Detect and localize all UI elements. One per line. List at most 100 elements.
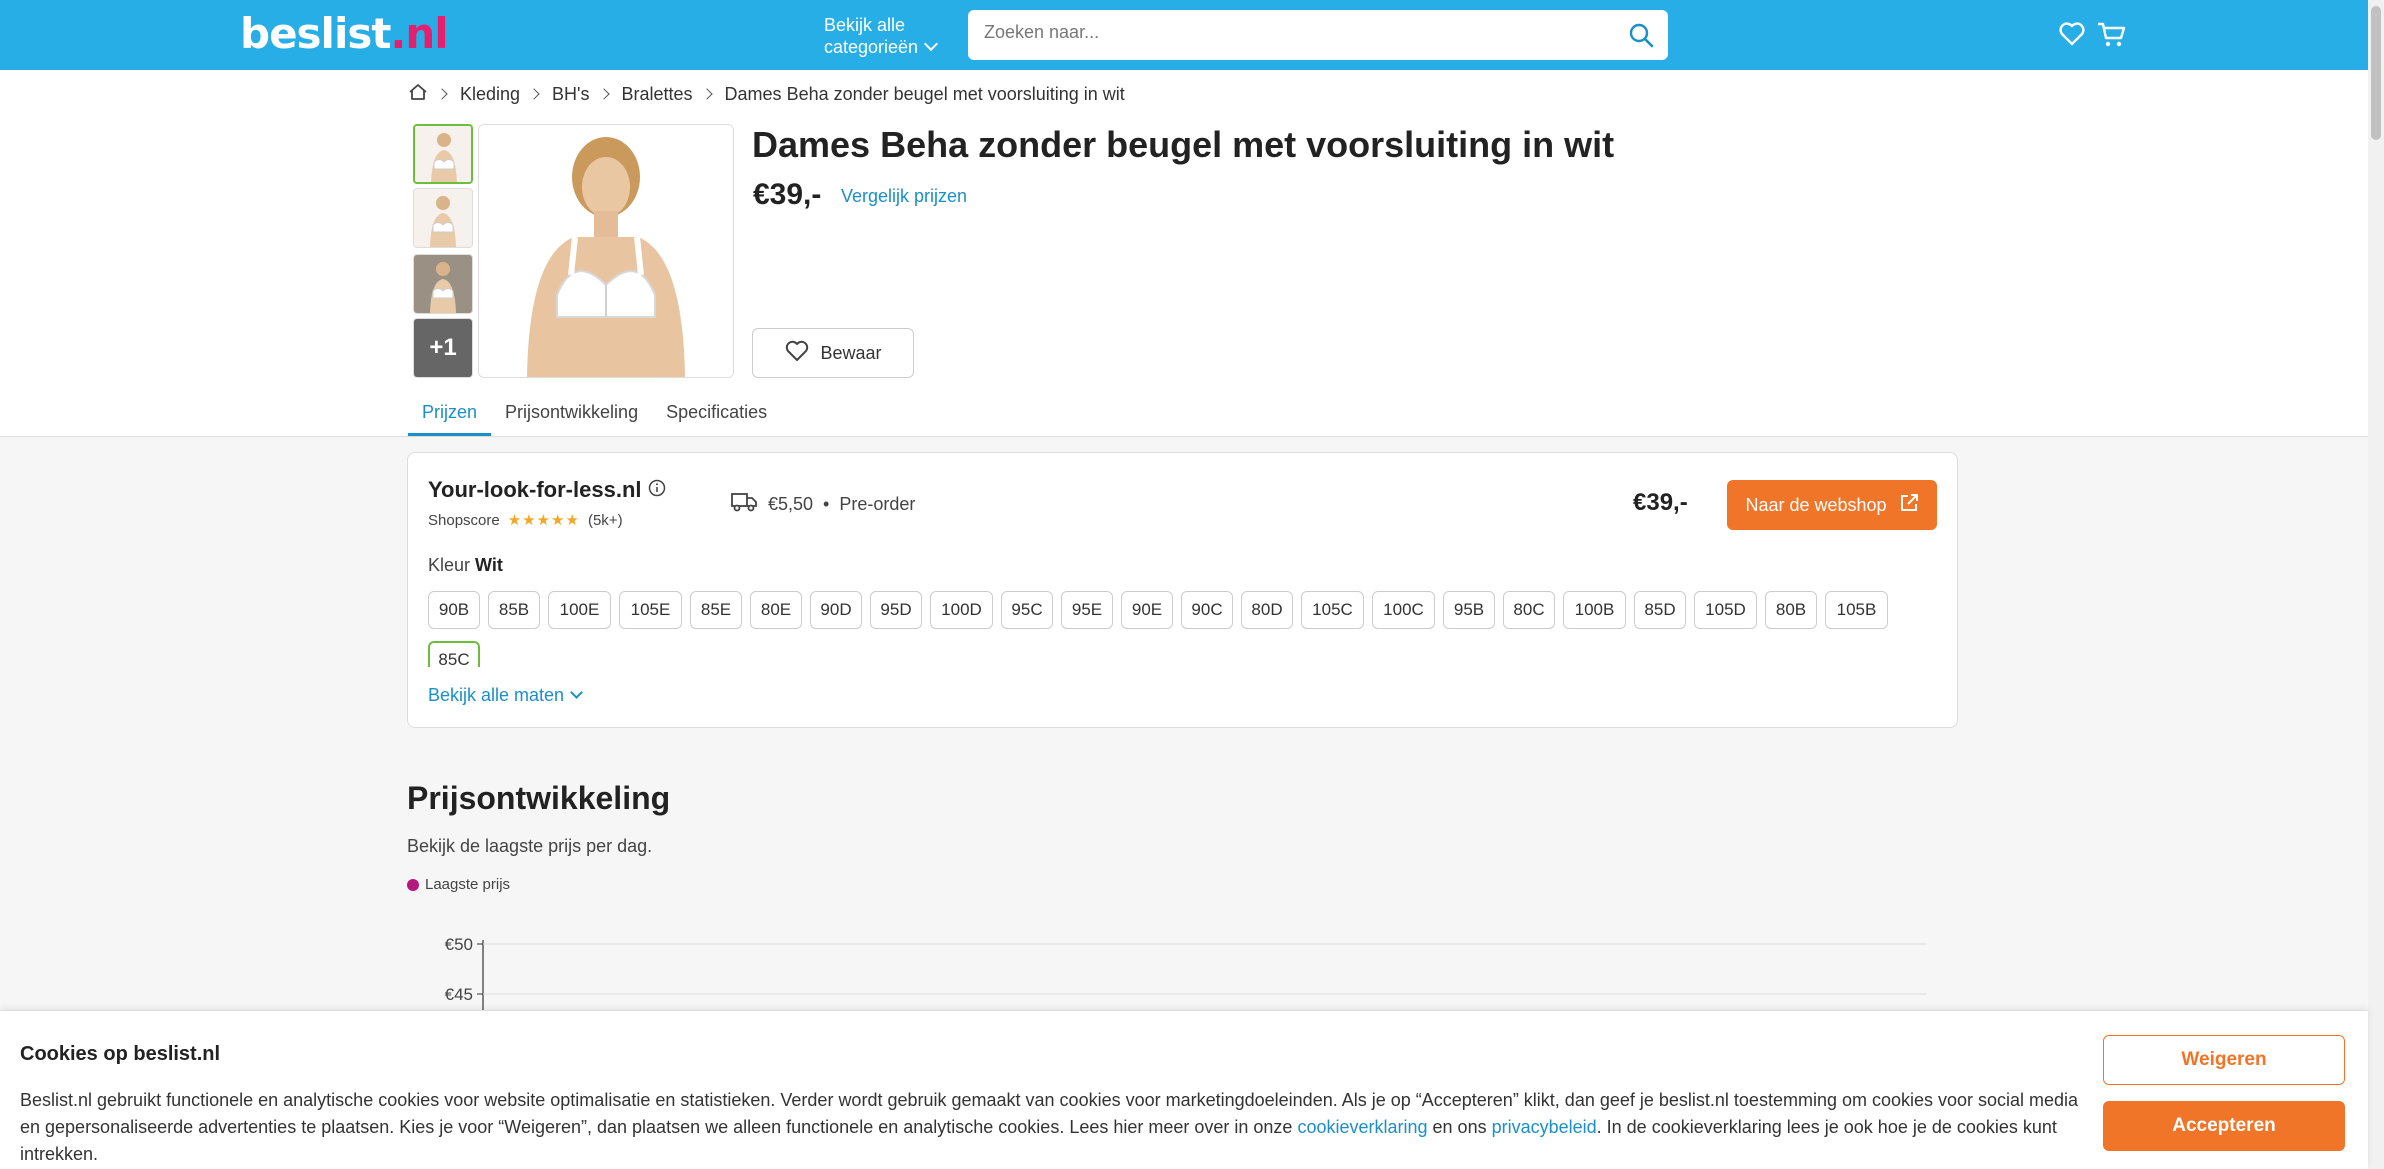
color-label: Kleur [428, 555, 471, 575]
size-option-105e[interactable]: 105E [619, 591, 682, 629]
cookie-banner: Cookies op beslist.nl Beslist.nl gebruik… [0, 1010, 2368, 1169]
size-option-80e[interactable]: 80E [750, 591, 802, 629]
size-option-80c[interactable]: 80C [1503, 591, 1555, 629]
shop-name[interactable]: Your-look-for-less.nl [428, 477, 666, 503]
cookie-text-part-2: en ons [1432, 1117, 1487, 1137]
go-to-webshop-label: Naar de webshop [1745, 494, 1887, 515]
top-header: beslist.nl Bekijk alle categorieën [0, 0, 2368, 70]
size-option-90b[interactable]: 90B [428, 591, 480, 629]
go-to-webshop-button[interactable]: Naar de webshop [1727, 480, 1937, 530]
color-value: Wit [475, 555, 503, 575]
decline-cookies-button[interactable]: Weigeren [2103, 1035, 2345, 1085]
tab-prijsontwikkeling[interactable]: Prijsontwikkeling [491, 400, 652, 436]
shipping-info: €5,50 • Pre-order [730, 491, 915, 518]
shop-score: Shopscore ★★★★★ (5k+) [428, 511, 623, 530]
review-count: (5k+) [587, 511, 623, 529]
breadcrumb: Kleding BH's Bralettes Dames Beha zonder… [408, 82, 1125, 106]
breadcrumb-item-bralettes[interactable]: Bralettes [622, 84, 693, 105]
size-option-95b[interactable]: 95B [1443, 591, 1495, 629]
breadcrumb-separator-icon [528, 88, 540, 100]
size-option-80d[interactable]: 80D [1241, 591, 1293, 629]
shipping-separator: • [823, 494, 830, 514]
product-thumbnail-1[interactable] [413, 124, 473, 184]
all-categories-label-1: Bekijk alle [824, 15, 906, 35]
size-option-90e[interactable]: 90E [1121, 591, 1173, 629]
scrollbar-thumb[interactable] [2371, 6, 2381, 140]
size-option-105c[interactable]: 105C [1301, 591, 1364, 629]
accept-cookies-button[interactable]: Accepteren [2103, 1101, 2345, 1151]
shopscore-label: Shopscore [428, 511, 500, 529]
price-development-subtitle: Bekijk de laagste prijs per dag. [407, 836, 653, 856]
search-icon[interactable] [1628, 22, 1654, 53]
chevron-down-icon [924, 36, 939, 52]
offer-price: €39,- [1633, 489, 1688, 516]
price-development-title: Prijsontwikkeling [407, 780, 671, 816]
size-option-85c[interactable]: 85C [428, 641, 480, 667]
breadcrumb-item-kleding[interactable]: Kleding [460, 84, 520, 105]
size-option-95d[interactable]: 95D [870, 591, 922, 629]
cart-icon[interactable] [2096, 20, 2126, 53]
heart-icon [784, 339, 810, 368]
product-thumbnail-3[interactable] [413, 254, 473, 314]
chevron-down-icon [570, 686, 583, 699]
size-option-95e[interactable]: 95E [1061, 591, 1113, 629]
size-option-105d[interactable]: 105D [1694, 591, 1757, 629]
product-thumbnail-2[interactable] [413, 188, 473, 248]
cookie-text: Beslist.nl gebruikt functionele en analy… [20, 1087, 2080, 1168]
legend-label: Laagste prijs [425, 876, 511, 893]
save-button-label: Bewaar [820, 342, 882, 363]
size-option-90c[interactable]: 90C [1181, 591, 1233, 629]
size-option-85b[interactable]: 85B [488, 591, 540, 629]
home-icon[interactable] [408, 83, 428, 106]
size-option-80b[interactable]: 80B [1765, 591, 1817, 629]
availability-status: Pre-order [839, 494, 916, 514]
size-option-85d[interactable]: 85D [1634, 591, 1686, 629]
info-icon[interactable] [648, 477, 666, 503]
show-all-sizes-label: Bekijk alle maten [428, 685, 565, 705]
tab-specificaties[interactable]: Specificaties [652, 400, 781, 436]
tab-prijzen[interactable]: Prijzen [408, 400, 492, 436]
legend-dot-icon [407, 878, 419, 891]
external-link-icon [1899, 493, 1919, 518]
size-option-100e[interactable]: 100E [548, 591, 611, 629]
breadcrumb-item-bhs[interactable]: BH's [552, 84, 589, 105]
shipping-cost: €5,50 [768, 494, 814, 514]
breadcrumb-separator-icon [436, 88, 448, 100]
all-categories-label-2: categorieën [824, 37, 919, 57]
cookie-title: Cookies op beslist.nl [20, 1043, 221, 1065]
beslist-logo[interactable]: beslist.nl [240, 10, 449, 58]
breadcrumb-current: Dames Beha zonder beugel met voorsluitin… [724, 83, 1125, 104]
chart-y-tick-label: €50 [445, 935, 473, 954]
size-option-90d[interactable]: 90D [810, 591, 862, 629]
all-categories-button[interactable]: Bekijk alle categorieën [824, 14, 939, 58]
size-option-105b[interactable]: 105B [1825, 591, 1888, 629]
breadcrumb-separator-icon [700, 88, 713, 100]
color-selector-label: Kleur Wit [428, 555, 503, 576]
page-scrollbar[interactable] [2368, 0, 2384, 1169]
product-title: Dames Beha zonder beugel met voorsluitin… [752, 124, 1615, 165]
size-option-100c[interactable]: 100C [1372, 591, 1435, 629]
show-all-sizes-link[interactable]: Bekijk alle maten [428, 685, 583, 706]
size-option-100b[interactable]: 100B [1563, 591, 1626, 629]
offer-card: Your-look-for-less.nl Shopscore ★★★★★ (5… [407, 452, 1958, 728]
search-bar [968, 10, 1668, 60]
privacy-policy-link[interactable]: privacybeleid [1492, 1117, 1597, 1137]
size-option-85e[interactable]: 85E [690, 591, 742, 629]
save-button[interactable]: Bewaar [752, 328, 914, 378]
cookie-statement-link[interactable]: cookieverklaring [1297, 1117, 1427, 1137]
price-chart: €50 €45 [445, 935, 1927, 1010]
more-images-count: +1 [429, 334, 457, 361]
chart-y-tick-label: €45 [445, 985, 473, 1004]
size-options: 90B 85B 100E 105E 85E 80E 90D 95D 100D 95C 95E 90E 9… [428, 591, 1938, 667]
product-main-image[interactable] [478, 124, 734, 378]
heart-icon[interactable] [2058, 20, 2086, 53]
more-images-thumbnail[interactable]: +1 [413, 318, 473, 378]
product-price: €39,- [753, 178, 822, 211]
compare-prices-link[interactable]: Vergelijk prijzen [841, 186, 967, 207]
truck-icon [730, 491, 758, 518]
shop-name-label: Your-look-for-less.nl [428, 477, 642, 502]
chart-legend: Laagste prijs [407, 876, 510, 893]
size-option-95c[interactable]: 95C [1001, 591, 1053, 629]
size-option-100d[interactable]: 100D [930, 591, 993, 629]
search-input[interactable] [984, 22, 1584, 43]
